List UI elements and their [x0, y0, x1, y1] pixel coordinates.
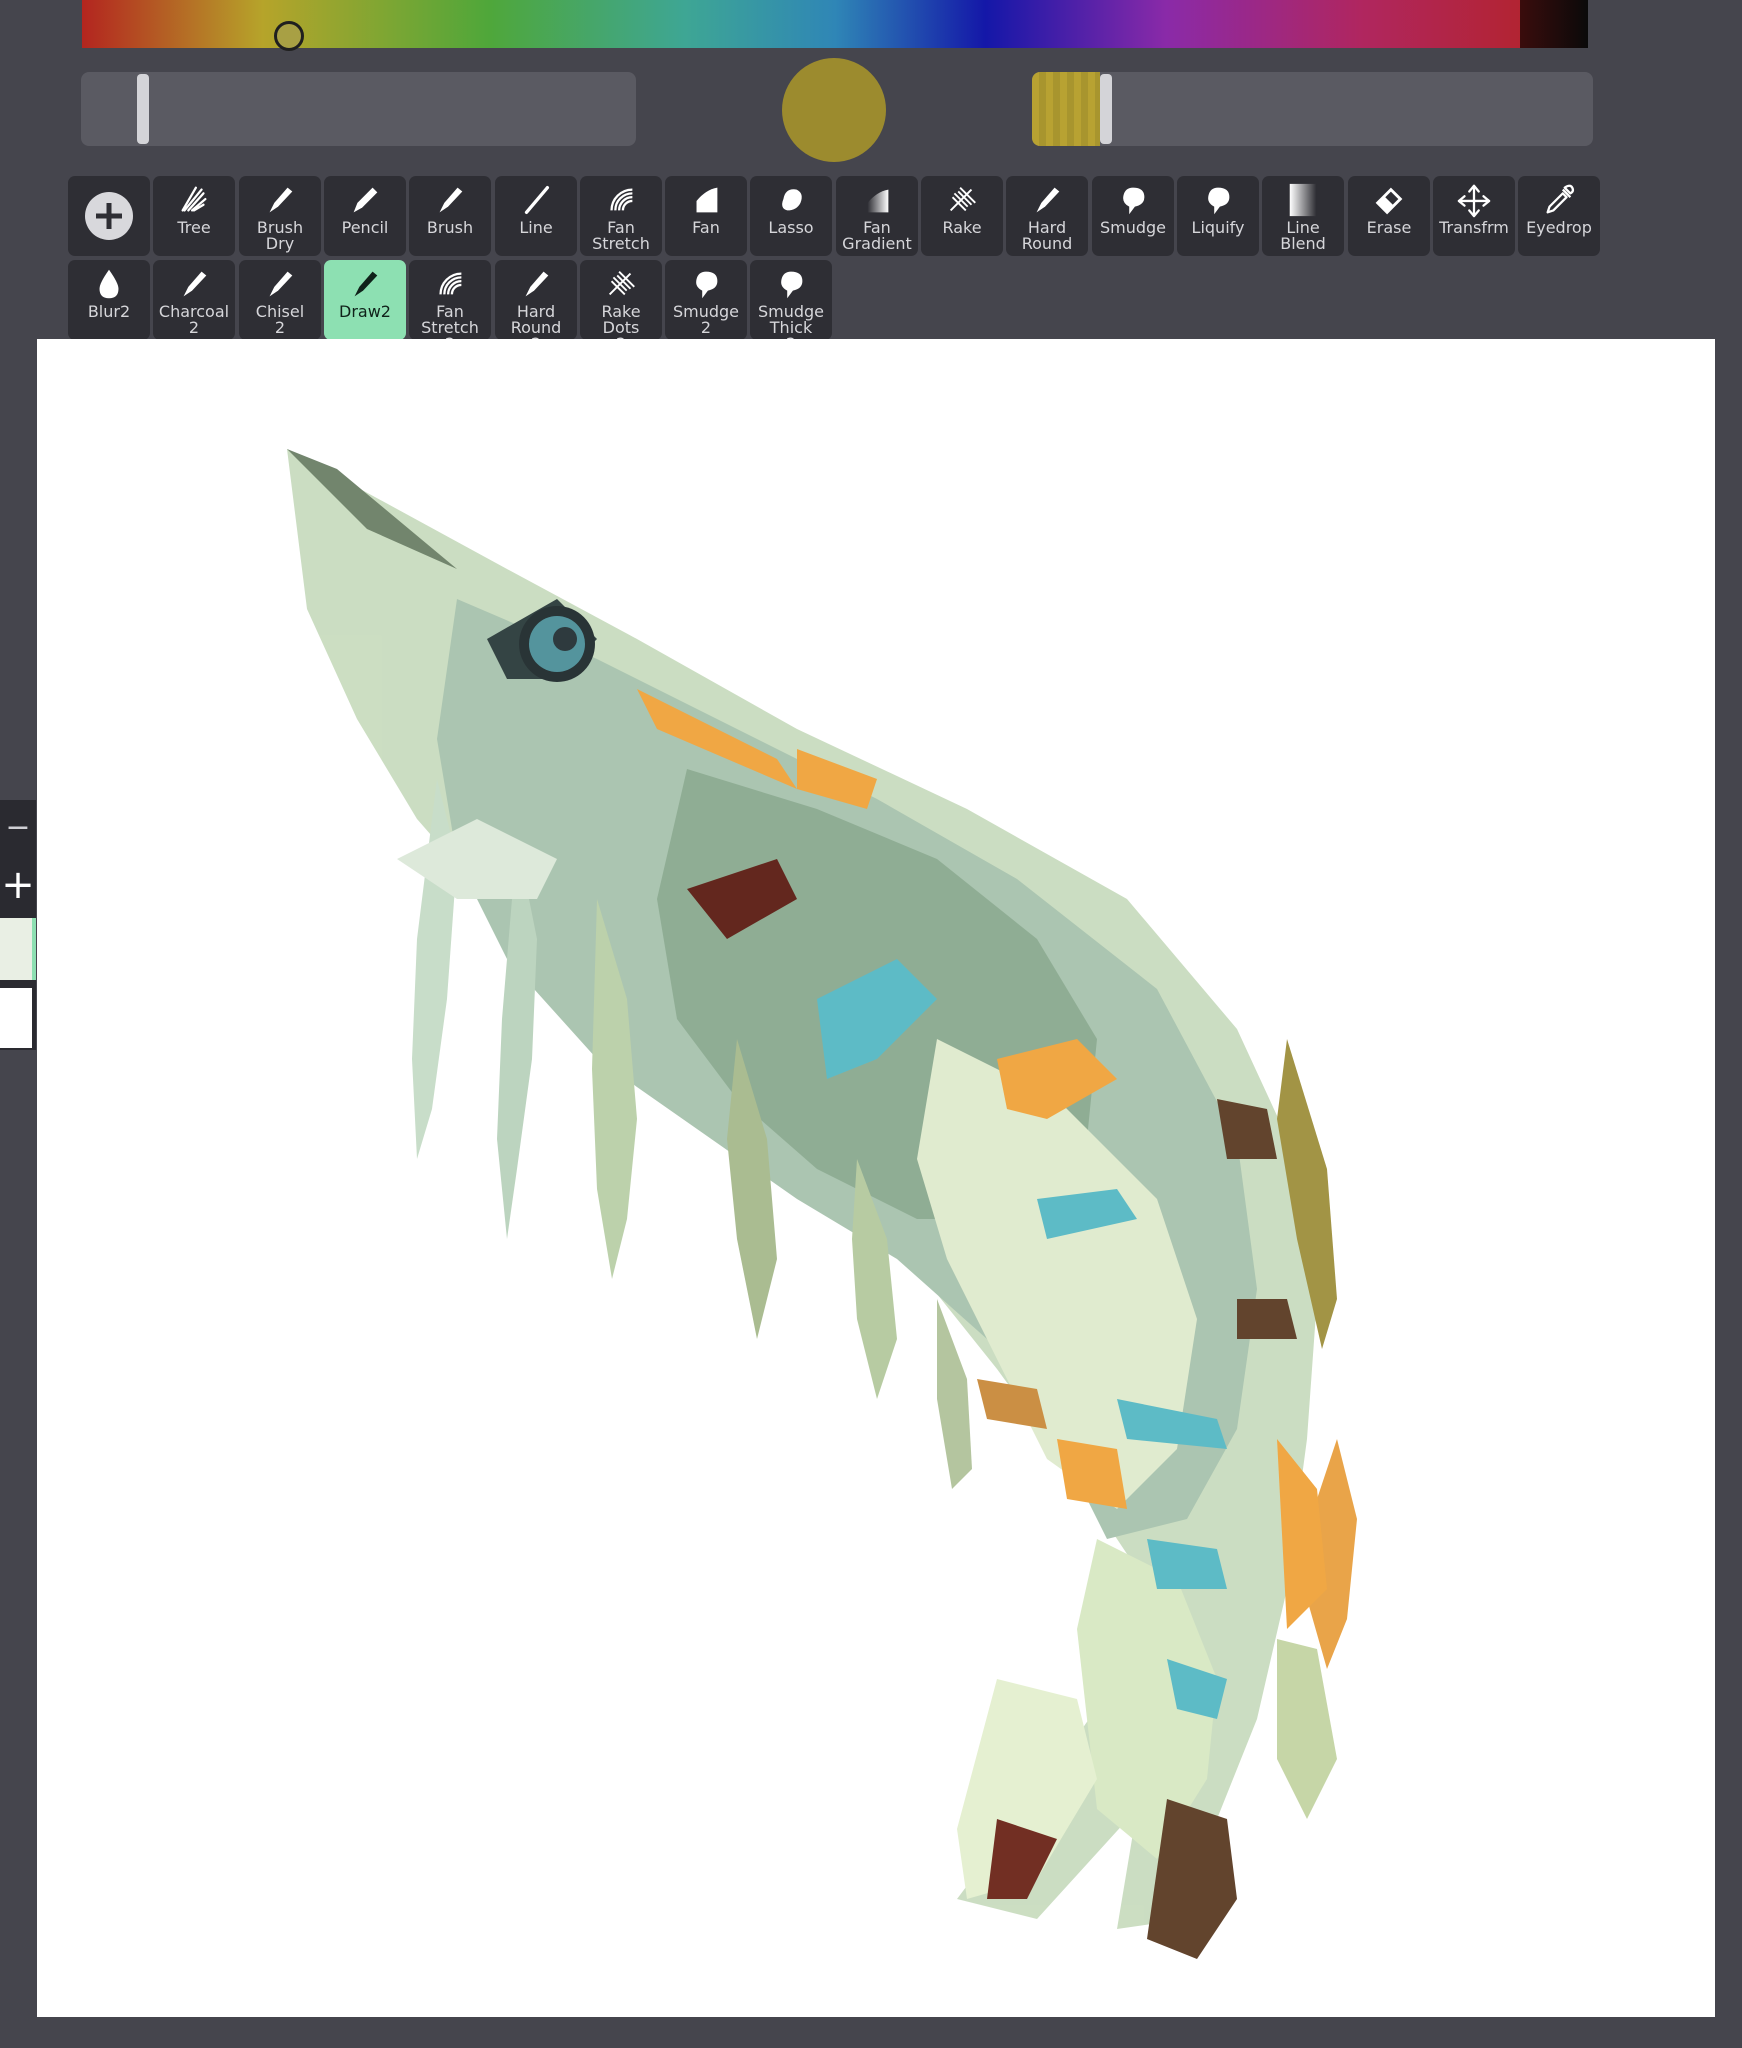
tool-brush-dry[interactable]: Brush Dry	[239, 176, 321, 256]
tool-label: Tree	[177, 218, 211, 237]
tool-label: Brush	[426, 218, 474, 237]
tool-label: Chisel 2	[255, 302, 305, 337]
drawing-canvas[interactable]	[37, 339, 1715, 2017]
tool-blur2[interactable]: Blur2	[68, 260, 150, 340]
saturation-slider-handle[interactable]	[137, 74, 149, 144]
tool-label: Erase	[1366, 218, 1412, 237]
layers-panel: − +	[0, 800, 36, 1050]
smudge-icon	[1208, 187, 1230, 215]
tool-lasso[interactable]: Lasso	[750, 176, 832, 256]
brush-icon	[439, 187, 463, 213]
lasso-icon	[782, 189, 802, 211]
tool-label: Hard Round	[1021, 218, 1073, 253]
tool-pencil[interactable]: Pencil	[324, 176, 406, 256]
tree-icon	[181, 186, 207, 212]
smudge-icon	[696, 271, 718, 299]
tool-smudge[interactable]: Smudge	[1092, 176, 1174, 256]
tool-label: Lasso	[768, 218, 814, 237]
tool-label: Line	[519, 218, 553, 237]
brush-icon	[525, 271, 549, 297]
tool-transfrm[interactable]: Transfrm	[1433, 176, 1515, 256]
brush-icon	[1036, 187, 1060, 213]
tool-eyedrop[interactable]: Eyedrop	[1518, 176, 1600, 256]
line-icon	[524, 186, 550, 214]
tool-smudge-2[interactable]: Smudge 2	[665, 260, 747, 340]
pencil-icon	[353, 187, 378, 213]
tool-label: Fan Stretch	[592, 218, 650, 253]
tool-chisel-2[interactable]: Chisel 2	[239, 260, 321, 340]
tool-label: Fan	[692, 218, 720, 237]
tool-hard-round[interactable]: Hard Round	[1006, 176, 1088, 256]
tool-label: Charcoal 2	[158, 302, 230, 337]
opacity-preview	[1032, 72, 1100, 146]
tool-erase[interactable]: Erase	[1348, 176, 1430, 256]
tool-line[interactable]: Line	[495, 176, 577, 256]
tool-line-blend[interactable]: Line Blend	[1262, 176, 1344, 256]
tool-label: Fan Gradient	[842, 218, 912, 253]
fan-gradient-icon	[867, 189, 889, 213]
tool-hard-round-2[interactable]: Hard Round 2	[495, 260, 577, 352]
fan-icon	[696, 187, 718, 213]
brush-icon	[183, 271, 207, 297]
tool-label: Eyedrop	[1526, 218, 1592, 237]
eraser-icon	[1375, 187, 1403, 215]
tool-label: Draw2	[339, 302, 391, 321]
add-brush-button[interactable]	[68, 176, 150, 256]
tool-label: Brush Dry	[256, 218, 304, 253]
tool-label: Line Blend	[1280, 218, 1326, 253]
tool-fan[interactable]: Fan	[665, 176, 747, 256]
rake-icon	[608, 271, 635, 296]
current-color-swatch[interactable]	[782, 58, 886, 162]
brush-icon	[269, 187, 293, 213]
tool-charcoal-2[interactable]: Charcoal 2	[153, 260, 235, 340]
fan-stretch-icon	[610, 188, 633, 211]
move-icon	[1457, 184, 1491, 218]
tool-label: Smudge 2	[672, 302, 740, 337]
tool-draw2[interactable]: Draw2	[324, 260, 406, 340]
rake-icon	[949, 187, 976, 212]
tool-tree[interactable]: Tree	[153, 176, 235, 256]
plus-circle-icon	[85, 192, 133, 240]
eyedropper-icon	[1546, 184, 1575, 214]
tool-label: Pencil	[341, 218, 389, 237]
smudge-icon	[1123, 187, 1145, 215]
hue-slider-knob[interactable]	[274, 21, 304, 51]
opacity-slider-handle[interactable]	[1100, 74, 1112, 144]
tool-fan-stretch-2[interactable]: Fan Stretch 2	[409, 260, 491, 352]
tool-label: Rake	[942, 218, 982, 237]
brush-icon	[354, 271, 378, 297]
tool-fan-gradient[interactable]: Fan Gradient	[836, 176, 918, 256]
add-layer-button[interactable]: +	[0, 860, 36, 910]
tool-rake-dots-2[interactable]: Rake Dots 2	[580, 260, 662, 352]
layer-thumbnail-background[interactable]	[0, 988, 32, 1048]
tool-brush[interactable]: Brush	[409, 176, 491, 256]
hue-slider[interactable]	[82, 0, 1588, 48]
shrimp-artwork	[287, 449, 1357, 1959]
brush-icon	[269, 271, 293, 297]
layer-thumbnail-active[interactable]	[0, 918, 36, 980]
tool-rake[interactable]: Rake	[921, 176, 1003, 256]
tool-label: Blur2	[87, 302, 131, 321]
tool-label: Smudge	[1099, 218, 1167, 237]
fan-stretch-icon	[439, 272, 462, 295]
drop-icon	[99, 269, 119, 299]
gradient-icon	[1289, 183, 1317, 217]
tool-smudge-thick-2[interactable]: Smudge Thick 2	[750, 260, 832, 352]
tool-label: Liquify	[1191, 218, 1245, 237]
saturation-slider[interactable]	[81, 72, 636, 146]
brush-opacity-slider[interactable]	[1032, 72, 1593, 146]
tool-label: Transfrm	[1439, 218, 1509, 237]
remove-layer-button[interactable]: −	[0, 808, 36, 848]
brush-toolbar: Tree Brush Dry Pencil Brush Line Fan Stretch F…	[68, 176, 1608, 352]
hue-slider-black-end[interactable]	[1520, 0, 1588, 48]
smudge-icon	[781, 271, 803, 299]
tool-fan-stretch[interactable]: Fan Stretch	[580, 176, 662, 256]
tool-liquify[interactable]: Liquify	[1177, 176, 1259, 256]
